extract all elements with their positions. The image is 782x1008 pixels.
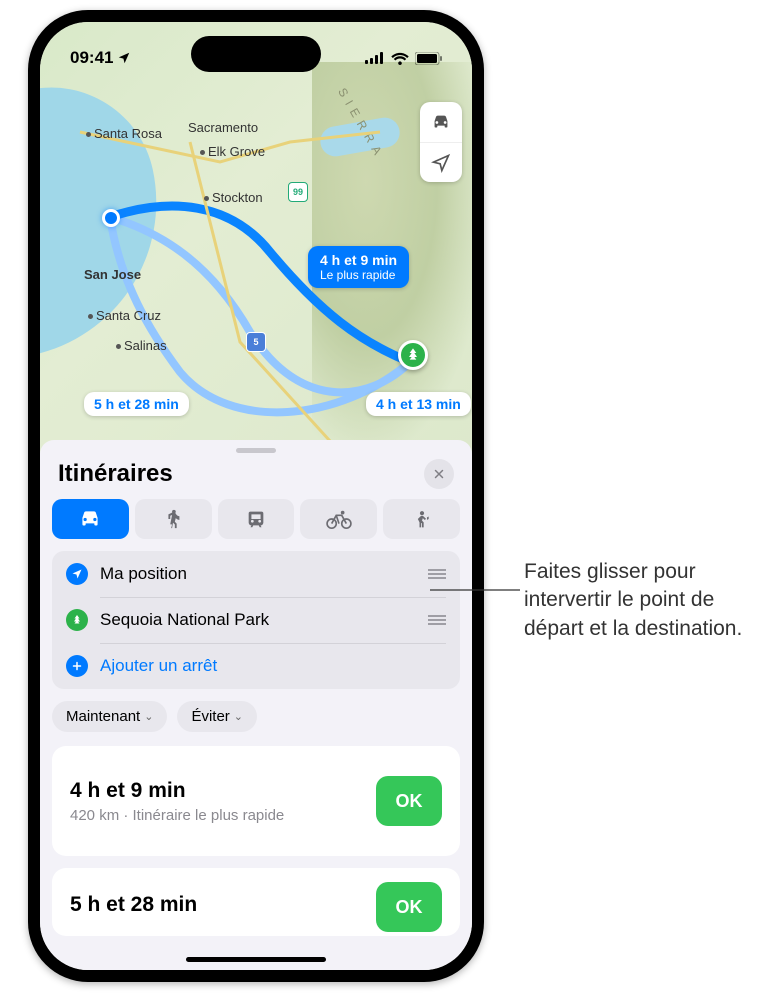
avoid-chip[interactable]: Éviter ⌄ [177,701,257,732]
add-stop-row[interactable]: Ajouter un arrêt [52,643,460,689]
transport-mode-toggle[interactable] [420,102,462,142]
filter-row: Maintenant ⌄ Éviter ⌄ [40,701,472,746]
route-subtitle: 420 km · Itinéraire le plus rapide [70,807,284,824]
location-arrow-icon [117,51,131,65]
directions-sheet[interactable]: Itinéraires [40,440,472,970]
car-icon [430,111,452,133]
user-location-dot [102,209,120,227]
destination-pin[interactable] [398,340,428,370]
car-icon [77,506,103,532]
mode-walk[interactable] [135,499,212,539]
home-indicator[interactable] [186,957,326,962]
sheet-title: Itinéraires [58,460,173,488]
stop-from-row[interactable]: Ma position [52,551,460,597]
rideshare-icon [412,508,432,530]
close-icon [433,468,445,480]
avoid-label: Éviter [191,708,229,725]
status-time: 09:41 [70,48,113,68]
battery-icon [415,52,442,65]
timing-chip[interactable]: Maintenant ⌄ [52,701,167,732]
wifi-icon [391,52,409,65]
my-location-icon [66,563,88,585]
walk-icon [162,508,184,530]
chevron-down-icon: ⌄ [234,710,243,723]
stop-to-label: Sequoia National Park [100,610,416,630]
route-bubble-alt[interactable]: 5 h et 28 min [84,392,189,416]
screen: 09:41 [40,22,472,970]
route-bubble-alt[interactable]: 4 h et 13 min [366,392,471,416]
map[interactable]: SIERRA Santa Rosa Sacramento Elk Grove S… [40,22,472,492]
timing-label: Maintenant [66,708,140,725]
mode-drive[interactable] [52,499,129,539]
cellular-icon [365,52,385,64]
city-label: Salinas [116,338,167,353]
city-label: Elk Grove [200,144,265,159]
city-label: Santa Cruz [88,308,161,323]
mode-transit[interactable] [218,499,295,539]
route-bubble-time: 4 h et 9 min [320,252,397,268]
tree-icon [405,347,421,363]
location-icon [431,153,451,173]
route-bubble-primary[interactable]: 4 h et 9 min Le plus rapide [308,246,409,288]
mode-cycle[interactable] [300,499,377,539]
route-duration: 4 h et 9 min [70,779,284,803]
transit-icon [245,508,267,530]
city-label: Stockton [204,190,263,205]
route-option[interactable]: 4 h et 9 min 420 km · Itinéraire le plus… [52,746,460,856]
drag-handle[interactable] [428,615,446,625]
route-option[interactable]: 5 h et 28 min OK [52,868,460,936]
transport-mode-segment [40,499,472,551]
city-label: Santa Rosa [86,126,162,141]
phone-frame: 09:41 [28,10,484,982]
map-controls [420,102,462,182]
bike-icon [326,508,352,530]
chevron-down-icon: ⌄ [144,710,153,723]
go-button[interactable]: OK [376,882,442,932]
close-button[interactable] [424,459,454,489]
locate-me-button[interactable] [420,142,462,182]
route-duration: 5 h et 28 min [70,893,197,917]
dynamic-island [191,36,321,72]
add-stop-label: Ajouter un arrêt [100,656,446,676]
sheet-grabber[interactable] [236,448,276,453]
destination-icon [66,609,88,631]
stops-card: Ma position Sequoia National Park Ajoute… [52,551,460,689]
add-icon [66,655,88,677]
road-shield: 99 [288,182,308,202]
mode-rideshare[interactable] [383,499,460,539]
road-shield: 5 [246,332,266,352]
go-button[interactable]: OK [376,776,442,826]
callout-text: Faites glisser pour intervertir le point… [524,558,764,643]
city-label: Sacramento [188,120,258,135]
route-bubble-sub: Le plus rapide [320,268,397,282]
stop-from-label: Ma position [100,564,416,584]
drag-handle[interactable] [428,569,446,579]
stop-to-row[interactable]: Sequoia National Park [52,597,460,643]
city-label: San Jose [84,267,141,282]
